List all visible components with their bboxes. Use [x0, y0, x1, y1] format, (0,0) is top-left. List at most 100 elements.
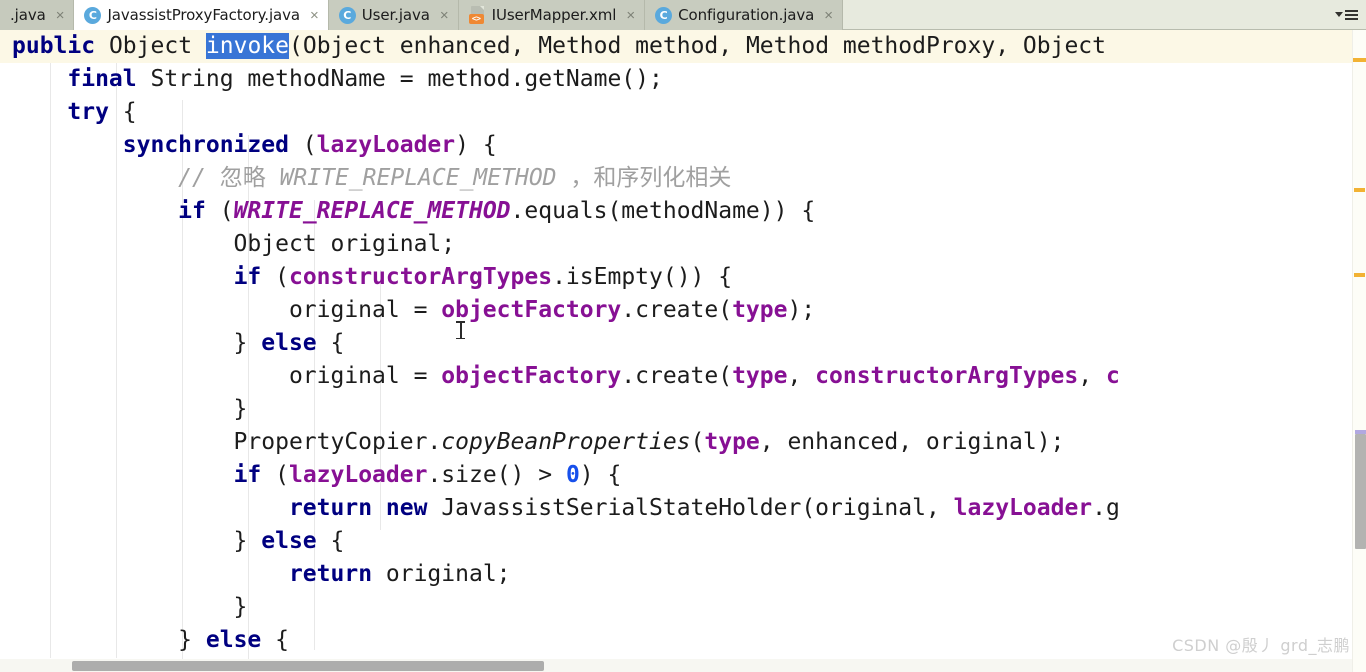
code-token: lazyLoader [316, 132, 456, 158]
code-token: .size() > [427, 462, 566, 488]
code-line[interactable]: public Object invoke(Object enhanced, Me… [0, 30, 1366, 63]
csdn-watermark: CSDN @殷丿 grd_志鹏 [1172, 636, 1350, 655]
source-code[interactable]: public Object invoke(Object enhanced, Me… [0, 30, 1366, 672]
tab-bar-spacer [843, 0, 1330, 29]
close-icon[interactable]: × [310, 8, 319, 23]
code-line[interactable]: Object original; [0, 228, 1366, 261]
warning-marker[interactable] [1354, 273, 1365, 277]
code-token: return [288, 495, 373, 521]
hamburger-icon [1344, 9, 1358, 20]
editor-tab[interactable]: C User.java × [328, 0, 459, 30]
code-token: { [261, 627, 289, 653]
code-token: .isEmpty()) { [552, 264, 733, 290]
code-line[interactable]: original = objectFactory.create(type, co… [0, 360, 1366, 393]
code-line[interactable]: final String methodName = method.getName… [0, 63, 1366, 96]
code-token: ); [787, 297, 816, 323]
tab-list: .java × C JavassistProxyFactory.java × C User.… [0, 0, 844, 30]
close-icon[interactable]: × [440, 8, 449, 23]
code-token: else [261, 528, 317, 554]
code-token: .create( [621, 363, 733, 389]
close-icon[interactable]: × [56, 8, 65, 23]
code-token: } [12, 330, 262, 356]
editor-tab[interactable]: .java × [0, 0, 75, 30]
code-token: ( [205, 198, 234, 224]
code-token: } [12, 396, 248, 422]
code-token: type [732, 297, 788, 323]
code-token: return [288, 561, 373, 587]
code-token: { [316, 330, 345, 356]
code-editor-area[interactable]: public Object invoke(Object enhanced, Me… [0, 30, 1366, 672]
code-token: 0 [565, 462, 580, 488]
code-line[interactable]: } else { [0, 525, 1366, 558]
code-token: (Object enhanced, Method method, Method … [289, 33, 1106, 59]
code-token: ( [261, 462, 289, 488]
code-token: WRITE_REPLACE_METHOD [265, 165, 571, 191]
code-line[interactable]: PropertyCopier.copyBeanProperties(type, … [0, 426, 1366, 459]
code-line[interactable]: } [0, 393, 1366, 426]
warning-marker[interactable] [1354, 188, 1365, 192]
editor-tab[interactable]: C JavassistProxyFactory.java × [74, 0, 329, 30]
code-token: 忽略 [219, 165, 266, 191]
code-token: { [316, 528, 345, 554]
code-token: new [385, 495, 428, 521]
code-token: objectFactory [441, 363, 622, 389]
code-token: if [233, 264, 262, 290]
code-token: .g [1092, 495, 1120, 521]
chevron-down-icon [1334, 12, 1343, 17]
editor-tab-bar: .java × C JavassistProxyFactory.java × C User.… [0, 0, 1366, 30]
code-line[interactable]: } [0, 591, 1366, 624]
code-line[interactable]: original = objectFactory.create(type); [0, 294, 1366, 327]
caret-line-marker[interactable] [1353, 58, 1366, 62]
code-line[interactable]: return new JavassistSerialStateHolder(or… [0, 492, 1366, 525]
code-token: else [261, 330, 317, 356]
code-token: { [108, 99, 137, 125]
code-token: objectFactory [441, 297, 622, 323]
code-token: ( [261, 264, 289, 290]
editor-tab-label: Configuration.java [678, 5, 815, 24]
code-line[interactable]: if (WRITE_REPLACE_METHOD.equals(methodNa… [0, 195, 1366, 228]
horizontal-scrollbar[interactable] [0, 659, 1352, 672]
code-token: String methodName = method.getName(); [150, 66, 663, 92]
close-icon[interactable]: × [824, 8, 833, 23]
code-token: lazyLoader [288, 462, 428, 488]
code-line[interactable]: // 忽略 WRITE_REPLACE_METHOD ，和序列化相关 [0, 162, 1366, 195]
code-line[interactable]: if (constructorArgTypes.isEmpty()) { [0, 261, 1366, 294]
code-token: , [787, 363, 816, 389]
code-token: ) { [579, 462, 622, 488]
code-token: Object original; [12, 231, 456, 257]
code-token: final [67, 66, 137, 92]
close-icon[interactable]: × [626, 8, 635, 23]
code-token: constructorArgTypes [815, 363, 1079, 389]
horizontal-scrollbar-thumb[interactable] [72, 661, 544, 671]
editor-tab-label: .java [10, 5, 46, 24]
code-line[interactable]: } else { [0, 327, 1366, 360]
code-token: .equals(methodName)) { [510, 198, 816, 224]
editor-tab[interactable]: <> IUserMapper.xml × [458, 0, 646, 30]
code-line[interactable]: try { [0, 96, 1366, 129]
ide-editor-window: .java × C JavassistProxyFactory.java × C User.… [0, 0, 1366, 672]
editor-tab-label: User.java [361, 5, 430, 24]
code-line[interactable]: return original; [0, 558, 1366, 591]
code-token: if [178, 198, 206, 224]
code-line[interactable]: synchronized (lazyLoader) { [0, 129, 1366, 162]
vertical-scrollbar[interactable] [1352, 30, 1366, 672]
vertical-scrollbar-thumb[interactable] [1355, 434, 1366, 549]
editor-tab[interactable]: C Configuration.java × [645, 0, 844, 30]
code-token: Object [108, 33, 193, 59]
code-token: ) { [455, 132, 497, 158]
code-token: if [233, 462, 262, 488]
tab-list-menu-icon[interactable] [1330, 0, 1366, 29]
code-token: public [12, 33, 96, 59]
code-token: , [1078, 363, 1106, 389]
code-line[interactable]: if (lazyLoader.size() > 0) { [0, 459, 1366, 492]
code-line[interactable]: } else { [0, 624, 1366, 657]
